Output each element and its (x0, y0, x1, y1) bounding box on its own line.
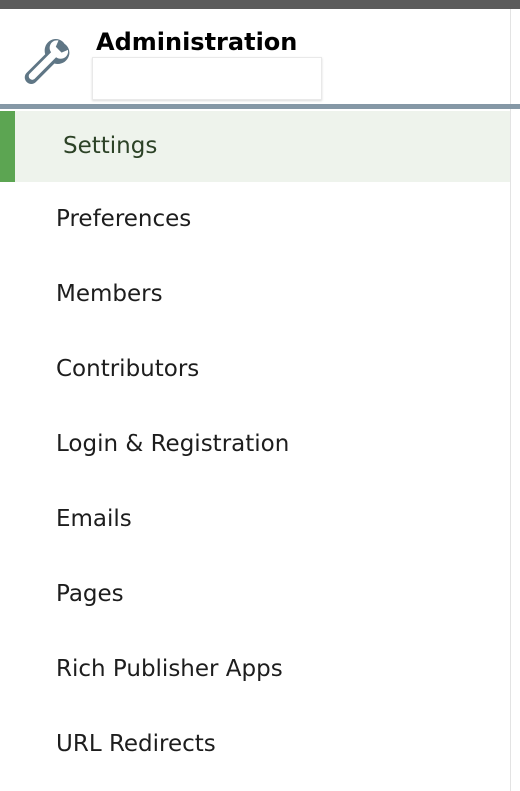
page-title: Administration (96, 28, 298, 56)
admin-header: Administration (0, 9, 520, 103)
header-input-box[interactable] (92, 57, 322, 100)
sidebar-item-contributors[interactable]: Contributors (0, 332, 510, 407)
sidebar-item-url-redirects[interactable]: URL Redirects (0, 707, 510, 782)
sidebar-item-preferences[interactable]: Preferences (0, 182, 510, 257)
top-window-bar (0, 0, 520, 9)
sidebar-item-settings[interactable]: Settings (0, 111, 510, 182)
panel-right-border (510, 9, 511, 791)
sidebar-item-login-registration[interactable]: Login & Registration (0, 407, 510, 482)
sidebar-item-members[interactable]: Members (0, 257, 510, 332)
sidebar-item-rich-publisher-apps[interactable]: Rich Publisher Apps (0, 632, 510, 707)
sidebar-item-pages[interactable]: Pages (0, 557, 510, 632)
wrench-icon (24, 38, 70, 84)
admin-page: Administration Settings Preferences Memb… (0, 0, 520, 791)
header-divider (0, 104, 520, 109)
sidebar-nav: Settings Preferences Members Contributor… (0, 111, 510, 782)
sidebar-item-emails[interactable]: Emails (0, 482, 510, 557)
